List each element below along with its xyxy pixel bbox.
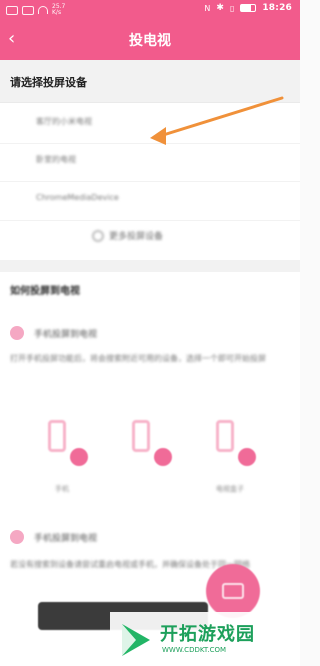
device-item[interactable]: 卧室的电视	[36, 154, 76, 165]
divider	[0, 143, 300, 144]
status-bar: 25.7 K/s N ✱ ▯ 18:26	[0, 0, 300, 18]
guide-step-1: 手机投屏到电视	[10, 326, 97, 340]
device-item[interactable]: ChromeMediaDevice	[36, 193, 119, 202]
more-devices-label: 更多投屏设备	[109, 232, 164, 242]
guide-step-2: 手机投屏到电视	[10, 530, 97, 544]
app-bar: ‹ 投电视	[0, 18, 300, 60]
device-section-title: 请选择投屏设备	[10, 76, 87, 89]
section-gap	[0, 260, 300, 272]
vibrate-icon: ▯	[229, 3, 235, 13]
status-right: N ✱ ▯ 18:26	[204, 3, 292, 13]
page-title: 投电视	[129, 33, 171, 49]
more-devices-button[interactable]: 更多投屏设备	[92, 229, 163, 242]
watermark-title: 开拓游戏园	[160, 624, 255, 645]
step-1-text: 打开手机投屏功能后，将会搜索附近可用的设备，选择一个即可开始投屏	[10, 354, 266, 363]
screen-cast-icon	[222, 583, 244, 599]
watermark: 开拓游戏园 WWW.CDDKT.COM	[110, 612, 300, 666]
phone-label: 电视盒子	[216, 485, 244, 493]
phone-card: 电视盒子	[190, 412, 270, 504]
device-section-header: 请选择投屏设备	[0, 60, 300, 103]
watermark-url: WWW.CDDKT.COM	[162, 646, 227, 654]
step-dot-icon	[10, 530, 24, 544]
wifi-icon	[38, 6, 48, 14]
phone-icon	[216, 420, 234, 452]
step-2-label: 手机投屏到电视	[34, 533, 98, 544]
phone-label: 手机	[55, 485, 69, 493]
step-dot-icon	[10, 326, 24, 340]
guide-section-title: 如何投屏到电视	[10, 286, 80, 297]
step-1-label: 手机投屏到电视	[34, 329, 98, 340]
phone-badge-icon	[238, 448, 256, 466]
nfc-icon: N	[204, 3, 211, 13]
phone-card	[106, 412, 186, 504]
time: 18:26	[262, 3, 292, 13]
net-speed: 25.7 K/s	[52, 4, 65, 16]
battery-icon	[240, 4, 257, 12]
guide-section: 如何投屏到电视 手机投屏到电视 打开手机投屏功能后，将会搜索附近可用的设备，选择…	[0, 272, 300, 666]
watermark-logo-icon	[122, 624, 150, 656]
phone-icon	[132, 420, 150, 452]
phone-badge-icon	[154, 448, 172, 466]
signal-icon	[22, 5, 34, 15]
phone-icon	[48, 420, 66, 452]
sim-icon	[6, 5, 18, 15]
refresh-icon	[92, 229, 104, 242]
cast-fab-button[interactable]	[206, 564, 260, 618]
net-speed-bottom: K/s	[52, 9, 62, 16]
divider	[0, 181, 300, 182]
divider	[0, 220, 300, 221]
device-item[interactable]: 客厅的小米电视	[36, 116, 92, 127]
phone-illustrations: 手机 电视盒子	[0, 412, 300, 522]
phone-card: 手机	[22, 412, 102, 504]
device-section: 请选择投屏设备 客厅的小米电视 卧室的电视 ChromeMediaDevice …	[0, 60, 300, 260]
bluetooth-icon: ✱	[216, 3, 224, 13]
status-left: 25.7 K/s	[6, 4, 65, 16]
phone-badge-icon	[70, 448, 88, 466]
